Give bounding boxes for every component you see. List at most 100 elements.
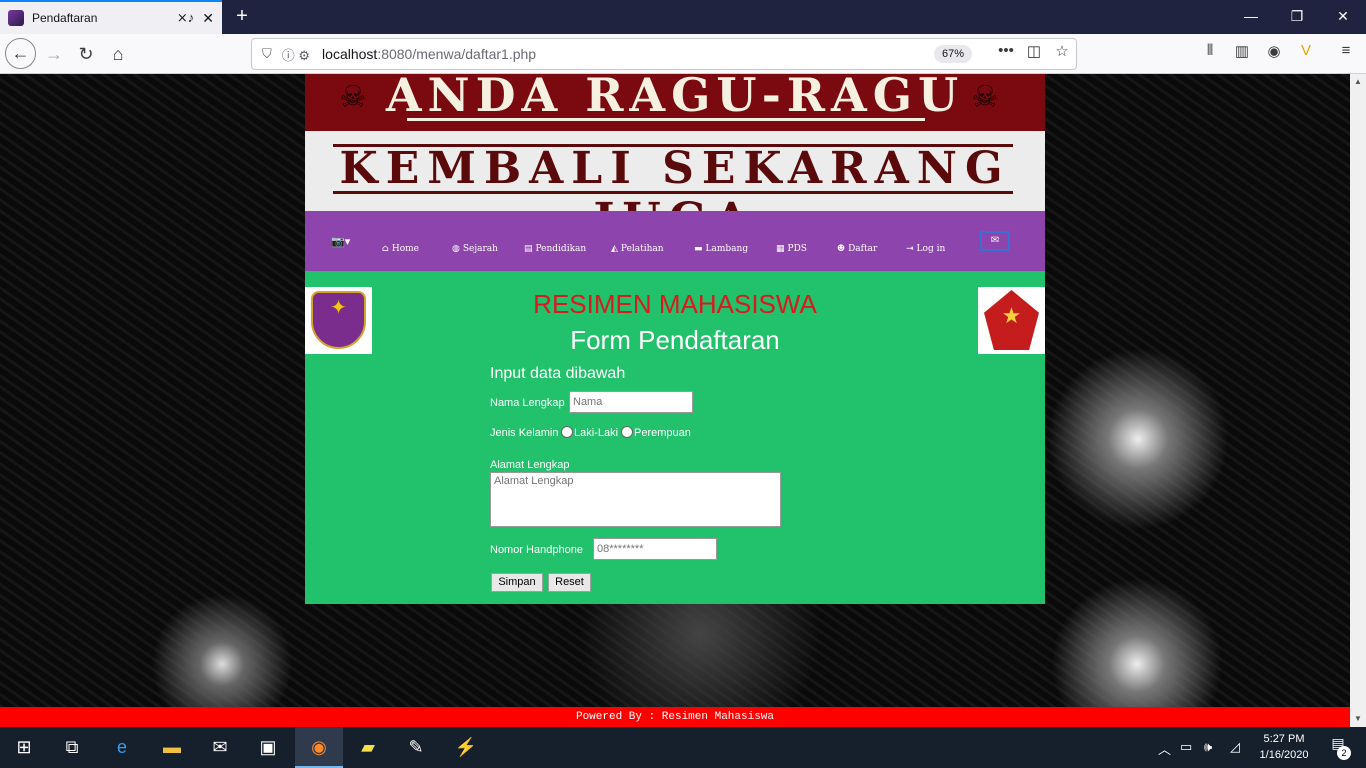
form-section: ✦ ★ RESIMEN MAHASISWA Form Pendaftaran I… bbox=[305, 271, 1045, 604]
clock-time: 5:27 PM bbox=[1263, 733, 1305, 745]
close-window-button[interactable]: ✕ bbox=[1320, 0, 1366, 34]
graduation-cap-icon: ◭ bbox=[611, 244, 618, 254]
show-hidden-icons-icon[interactable]: ︿ bbox=[1158, 739, 1171, 758]
menu-item-label: Sejarah bbox=[462, 244, 498, 254]
page-viewport: ☠ ☠ ANDA RAGU-RAGU KEMBALI SEKARANG JUGA… bbox=[0, 74, 1350, 707]
name-label: Nama Lengkap bbox=[490, 397, 565, 409]
start-windows-icon[interactable]: ⊞ bbox=[0, 727, 48, 768]
notification-count: 2 bbox=[1337, 746, 1351, 760]
url-host: localhost bbox=[322, 46, 378, 62]
wifi-icon[interactable]: ◿ bbox=[1230, 739, 1240, 755]
globe-icon: ◍ bbox=[452, 244, 460, 254]
minimize-button[interactable]: — bbox=[1228, 0, 1274, 34]
banner-line-bottom bbox=[333, 191, 1013, 194]
banner-underline bbox=[407, 118, 925, 121]
gender-female-radio[interactable] bbox=[621, 426, 633, 438]
users-icon: ☻ bbox=[837, 244, 846, 254]
store-icon[interactable]: ▣ bbox=[244, 727, 292, 768]
site-favicon-icon bbox=[8, 10, 24, 26]
extension-icon[interactable]: V bbox=[1294, 42, 1318, 59]
home-button[interactable]: ⌂ bbox=[102, 38, 134, 70]
gender-female-label: Perempuan bbox=[634, 427, 691, 439]
system-clock[interactable]: 5:27 PM 1/16/2020 bbox=[1250, 731, 1318, 763]
back-button[interactable]: ← bbox=[5, 38, 36, 69]
site-heading: RESIMEN MAHASISWA bbox=[533, 289, 817, 319]
scroll-up-icon[interactable]: ▲ bbox=[1350, 74, 1366, 90]
site-info-icon[interactable]: ⓘ ⚙ bbox=[282, 45, 310, 64]
new-tab-button[interactable]: + bbox=[230, 4, 254, 28]
submit-button[interactable]: Simpan bbox=[491, 573, 543, 592]
menu-item-login[interactable]: ⇥ Log in bbox=[906, 244, 945, 254]
forward-button[interactable]: → bbox=[38, 38, 70, 70]
menu-item-label: Pendidikan bbox=[535, 244, 587, 254]
menu-item-pendidikan[interactable]: ▤ Pendidikan bbox=[524, 244, 586, 254]
bookmark-star-icon[interactable]: ☆ bbox=[1050, 42, 1074, 60]
account-icon[interactable]: ◉ bbox=[1262, 42, 1286, 60]
book-icon: ▤ bbox=[524, 244, 533, 254]
map-icon: ▦ bbox=[776, 244, 785, 254]
page-actions-icon[interactable]: ••• bbox=[994, 42, 1018, 59]
address-label: Alamat Lengkap bbox=[490, 459, 570, 471]
name-input[interactable] bbox=[569, 391, 693, 413]
page-footer: Powered By : Resimen Mahasiswa bbox=[0, 707, 1350, 727]
scroll-down-icon[interactable]: ▼ bbox=[1350, 711, 1366, 727]
url-path: :8080/menwa/daftar1.php bbox=[377, 46, 537, 62]
tab-bar: Pendaftaran ⨯♪ ✕ + — ❐ ✕ bbox=[0, 0, 1366, 34]
windows-taskbar: ⊞ ⧉ e ▬ ✉ ▣ ◉ ▰ ✎ ⚡ ︿ ▭ 🕪 ◿ 5:27 PM 1/16… bbox=[0, 727, 1366, 768]
form-intro: Input data dibawah bbox=[490, 365, 626, 382]
menu-item-label: Daftar bbox=[848, 244, 878, 254]
site-menu: 📷▾ ⌂ Home ◍ Sejarah ▤ Pendidikan ◭ Pelatihan… bbox=[305, 211, 1045, 271]
action-center-icon[interactable]: ▤ 2 bbox=[1326, 735, 1351, 760]
zoom-indicator[interactable]: 67% bbox=[934, 45, 972, 63]
menu-item-daftar[interactable]: ☻ Daftar bbox=[837, 244, 877, 254]
menu-hamburger-icon[interactable]: ≡ bbox=[1334, 42, 1358, 59]
paint-icon[interactable]: ✎ bbox=[392, 727, 440, 768]
reset-button[interactable]: Reset bbox=[548, 573, 591, 592]
phone-input[interactable] bbox=[593, 538, 717, 560]
menu-item-label: Log in bbox=[916, 244, 946, 254]
browser-tab[interactable]: Pendaftaran ⨯♪ ✕ bbox=[0, 0, 222, 34]
sidebar-icon[interactable]: ▥ bbox=[1230, 42, 1254, 60]
envelope-icon[interactable]: ✉ bbox=[980, 231, 1010, 251]
pocket-icon[interactable]: ◫ bbox=[1022, 42, 1046, 60]
tab-title: Pendaftaran bbox=[32, 11, 98, 25]
menu-item-label: PDS bbox=[787, 244, 807, 254]
page-scrollbar[interactable] bbox=[1350, 74, 1366, 727]
menu-item-pds[interactable]: ▦ PDS bbox=[776, 244, 807, 254]
phone-label: Nomor Handphone bbox=[490, 544, 583, 556]
menu-item-pelatihan[interactable]: ◭ Pelatihan bbox=[611, 244, 664, 254]
firefox-icon[interactable]: ◉ bbox=[295, 727, 343, 768]
banner-top-text: ANDA RAGU-RAGU bbox=[385, 74, 965, 122]
volume-icon[interactable]: 🕪 bbox=[1204, 739, 1212, 755]
close-tab-icon[interactable]: ✕ bbox=[202, 10, 214, 27]
reload-button[interactable]: ↻ bbox=[70, 38, 102, 70]
site-container: ☠ ☠ ANDA RAGU-RAGU KEMBALI SEKARANG JUGA… bbox=[305, 74, 1045, 604]
flag-icon: ▬ bbox=[694, 244, 703, 254]
banner-bottom: KEMBALI SEKARANG JUGA bbox=[305, 131, 1045, 245]
edge-browser-icon[interactable]: e bbox=[98, 727, 146, 768]
form-title: Form Pendaftaran bbox=[570, 325, 780, 355]
address-textarea[interactable] bbox=[490, 472, 781, 527]
library-icon[interactable]: ⫴ bbox=[1198, 42, 1222, 59]
task-view-icon[interactable]: ⧉ bbox=[48, 727, 96, 768]
menu-item-label: Pelatihan bbox=[620, 244, 664, 254]
sign-in-icon: ⇥ bbox=[906, 244, 914, 254]
menu-item-sejarah[interactable]: ◍ Sejarah bbox=[452, 244, 498, 254]
gender-label: Jenis Kelamin bbox=[490, 427, 559, 439]
shield-icon[interactable]: ⛉ bbox=[262, 46, 272, 62]
menu-item-lambang[interactable]: ▬ Lambang bbox=[694, 244, 748, 254]
clock-date: 1/16/2020 bbox=[1259, 749, 1309, 761]
camera-dropdown-icon[interactable]: 📷▾ bbox=[331, 235, 350, 248]
menu-item-home[interactable]: ⌂ Home bbox=[382, 244, 419, 254]
banner-top: ☠ ☠ ANDA RAGU-RAGU bbox=[305, 74, 1045, 131]
restore-button[interactable]: ❐ bbox=[1274, 0, 1320, 34]
app-lightning-icon[interactable]: ⚡ bbox=[442, 727, 490, 768]
file-explorer-icon[interactable]: ▬ bbox=[148, 727, 196, 768]
url-text[interactable]: localhost:8080/menwa/daftar1.php bbox=[322, 46, 536, 62]
mail-icon[interactable]: ✉ bbox=[196, 727, 244, 768]
gender-male-radio[interactable] bbox=[561, 426, 573, 438]
sticky-notes-icon[interactable]: ▰ bbox=[344, 727, 392, 768]
mute-tab-icon[interactable]: ⨯♪ bbox=[177, 10, 194, 26]
battery-icon[interactable]: ▭ bbox=[1180, 739, 1192, 755]
menu-item-label: Lambang bbox=[705, 244, 749, 254]
